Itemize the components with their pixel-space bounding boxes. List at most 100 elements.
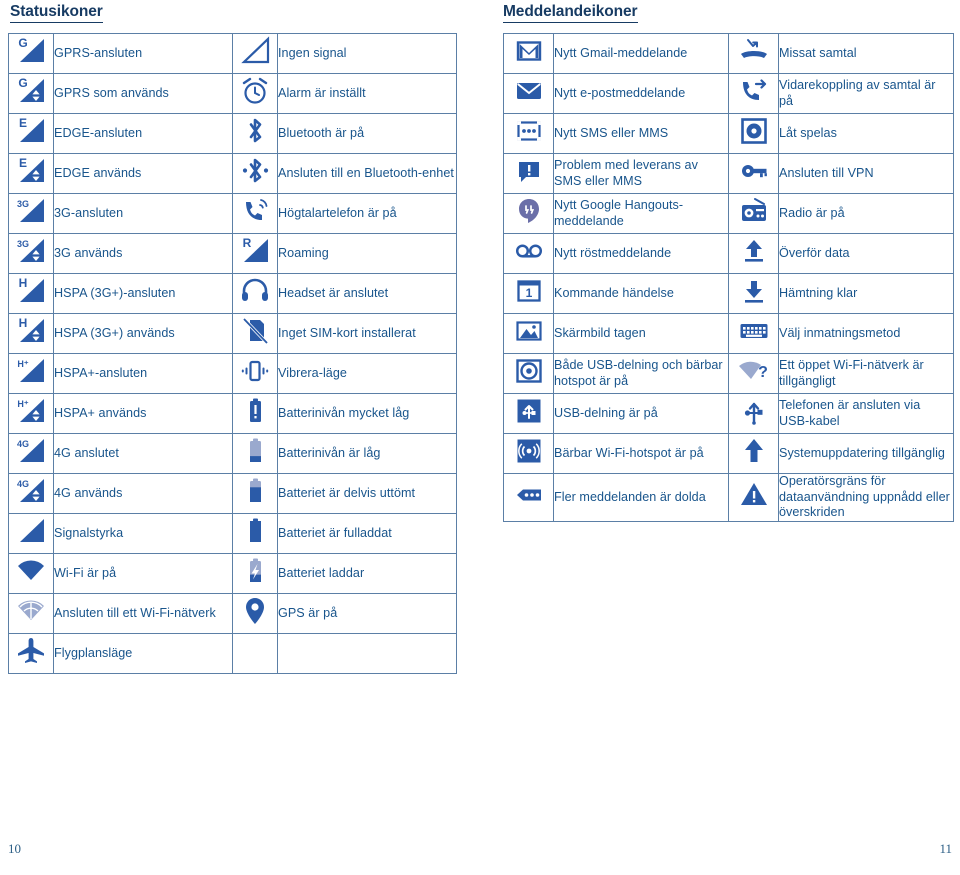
data-limit-warning-icon bbox=[737, 478, 771, 512]
usb-connected-icon bbox=[737, 394, 771, 428]
icon-description: Headset är anslutet bbox=[277, 273, 457, 314]
table-row: Nytt Google Hangouts-meddelande Radio är… bbox=[503, 193, 954, 234]
icon-description: Hämtning klar bbox=[778, 273, 954, 314]
usb-connected-icon bbox=[728, 393, 779, 434]
table-row: Ansluten till ett Wi-Fi-nätverk GPS är p… bbox=[8, 593, 457, 634]
icon-description: Batterinivån mycket låg bbox=[277, 393, 457, 434]
sms-mms-icon bbox=[512, 114, 546, 148]
icon-description: EDGE-ansluten bbox=[53, 113, 233, 154]
sms-problem-icon bbox=[512, 154, 546, 188]
roaming-icon: R bbox=[238, 234, 272, 268]
download-complete-icon bbox=[737, 274, 771, 308]
battery-charging-icon bbox=[232, 553, 278, 594]
icon-description: HSPA+ används bbox=[53, 393, 233, 434]
icon-description bbox=[277, 633, 457, 674]
data-limit-warning-icon bbox=[728, 472, 779, 523]
svg-text:1: 1 bbox=[525, 286, 532, 300]
signal-3g-in-use-icon: 3G bbox=[8, 233, 54, 274]
table-row: H⁺ HSPA+-ansluten Vibrera-läge bbox=[8, 353, 457, 394]
music-playing-icon bbox=[737, 114, 771, 148]
voicemail-icon bbox=[503, 233, 554, 274]
screenshot-icon bbox=[512, 314, 546, 348]
bluetooth-connected-icon bbox=[238, 154, 272, 188]
headset-icon bbox=[232, 273, 278, 314]
icon-description: GPRS som används bbox=[53, 73, 233, 114]
signal-hspa-in-use-icon: H bbox=[8, 313, 54, 354]
icon-description: 3G används bbox=[53, 233, 233, 274]
table-row: G GPRS som används Alarm är inställt bbox=[8, 73, 457, 114]
icon-description: Nytt röstmeddelande bbox=[553, 233, 729, 274]
speakerphone-icon bbox=[232, 193, 278, 234]
icon-description: Systemuppdatering tillgänglig bbox=[778, 433, 954, 474]
table-row: Skärmbild tagen Välj inmatningsmetod bbox=[503, 313, 954, 354]
icon-description: Signalstyrka bbox=[53, 513, 233, 554]
open-wifi-available-icon: ? bbox=[728, 353, 779, 394]
portable-hotspot-icon bbox=[512, 434, 546, 468]
svg-text:H⁺: H⁺ bbox=[17, 359, 28, 369]
icon-description: Ansluten till ett Wi-Fi-nätverk bbox=[53, 593, 233, 634]
signal-hspa-plus-in-use-icon: H⁺ bbox=[14, 394, 48, 428]
icon-description: EDGE används bbox=[53, 153, 233, 194]
svg-text:G: G bbox=[18, 36, 27, 50]
table-row: Signalstyrka Batteriet är fulladdat bbox=[8, 513, 457, 554]
icon-description: Wi-Fi är på bbox=[53, 553, 233, 594]
svg-text:E: E bbox=[19, 156, 27, 170]
signal-4g-in-use-icon: 4G bbox=[14, 474, 48, 508]
signal-hspa-plus-in-use-icon: H⁺ bbox=[8, 393, 54, 434]
icon-description: Överför data bbox=[778, 233, 954, 274]
icon-description: Låt spelas bbox=[778, 113, 954, 154]
missed-call-icon bbox=[737, 34, 771, 68]
vibrate-icon bbox=[232, 353, 278, 394]
gps-icon bbox=[232, 593, 278, 634]
airplane-mode-icon bbox=[8, 633, 54, 674]
wifi-on-icon bbox=[8, 553, 54, 594]
icon-description: Bärbar Wi-Fi-hotspot är på bbox=[553, 433, 729, 474]
signal-hspa-connected-icon: H bbox=[8, 273, 54, 314]
icon-description: 4G används bbox=[53, 473, 233, 514]
headset-icon bbox=[238, 274, 272, 308]
more-notifications-icon bbox=[503, 472, 554, 523]
icon-description: Problem med leverans av SMS eller MMS bbox=[553, 153, 729, 194]
table-row: USB-delning är på Telefonen är ansluten … bbox=[503, 393, 954, 434]
voicemail-icon bbox=[512, 234, 546, 268]
signal-hspa-in-use-icon: H bbox=[14, 314, 48, 348]
usb-and-hotspot-icon bbox=[503, 353, 554, 394]
bluetooth-icon bbox=[232, 113, 278, 154]
icon-description: Nytt Gmail-meddelande bbox=[553, 33, 729, 74]
icon-description: Nytt Google Hangouts-meddelande bbox=[553, 193, 729, 234]
bluetooth-connected-icon bbox=[232, 153, 278, 194]
table-row: Nytt Gmail-meddelande Missat samtal bbox=[503, 33, 954, 74]
signal-gprs-connected-icon: G bbox=[8, 33, 54, 74]
signal-3g-connected-icon: 3G bbox=[14, 194, 48, 228]
table-row: E EDGE används Ansluten till en Bluetoot… bbox=[8, 153, 457, 194]
svg-text:3G: 3G bbox=[17, 239, 29, 249]
icon-description: Skärmbild tagen bbox=[553, 313, 729, 354]
upcoming-event-icon: 1 bbox=[503, 273, 554, 314]
hangouts-icon bbox=[512, 194, 546, 228]
table-row: Bärbar Wi-Fi-hotspot är på Systemuppdate… bbox=[503, 433, 954, 474]
email-icon bbox=[503, 73, 554, 114]
table-row: 3G 3G-ansluten Högtalartelefon är på bbox=[8, 193, 457, 234]
table-row: Nytt SMS eller MMS Låt spelas bbox=[503, 113, 954, 154]
battery-charging-icon bbox=[238, 554, 272, 588]
icon-description: Radio är på bbox=[778, 193, 954, 234]
icon-description: Välj inmatningsmetod bbox=[778, 313, 954, 354]
page-title-status-icons: Statusikoner bbox=[10, 3, 103, 23]
sms-problem-icon bbox=[503, 153, 554, 194]
battery-low-icon bbox=[238, 434, 272, 468]
upcoming-event-icon: 1 bbox=[512, 274, 546, 308]
status-icons-table: G GPRS-ansluten Ingen signal G GPRS som anv… bbox=[8, 33, 457, 674]
hangouts-icon bbox=[503, 193, 554, 234]
icon-description: Både USB-delning och bärbar hotspot är p… bbox=[553, 353, 729, 394]
table-row: Nytt röstmeddelande Överför data bbox=[503, 233, 954, 274]
signal-4g-connected-icon: 4G bbox=[14, 434, 48, 468]
icon-description: Nytt e-postmeddelande bbox=[553, 73, 729, 114]
icon-description: Batteriet laddar bbox=[277, 553, 457, 594]
call-forwarding-icon bbox=[728, 73, 779, 114]
battery-low-icon bbox=[232, 433, 278, 474]
system-update-icon bbox=[737, 434, 771, 468]
table-row: 1 Kommande händelse Hämtning klar bbox=[503, 273, 954, 314]
icon-description: Fler meddelanden är dolda bbox=[553, 472, 729, 523]
battery-full-icon bbox=[238, 514, 272, 548]
manual-page: Statusikoner Meddelandeikoner G GPRS-ansl… bbox=[0, 0, 960, 875]
